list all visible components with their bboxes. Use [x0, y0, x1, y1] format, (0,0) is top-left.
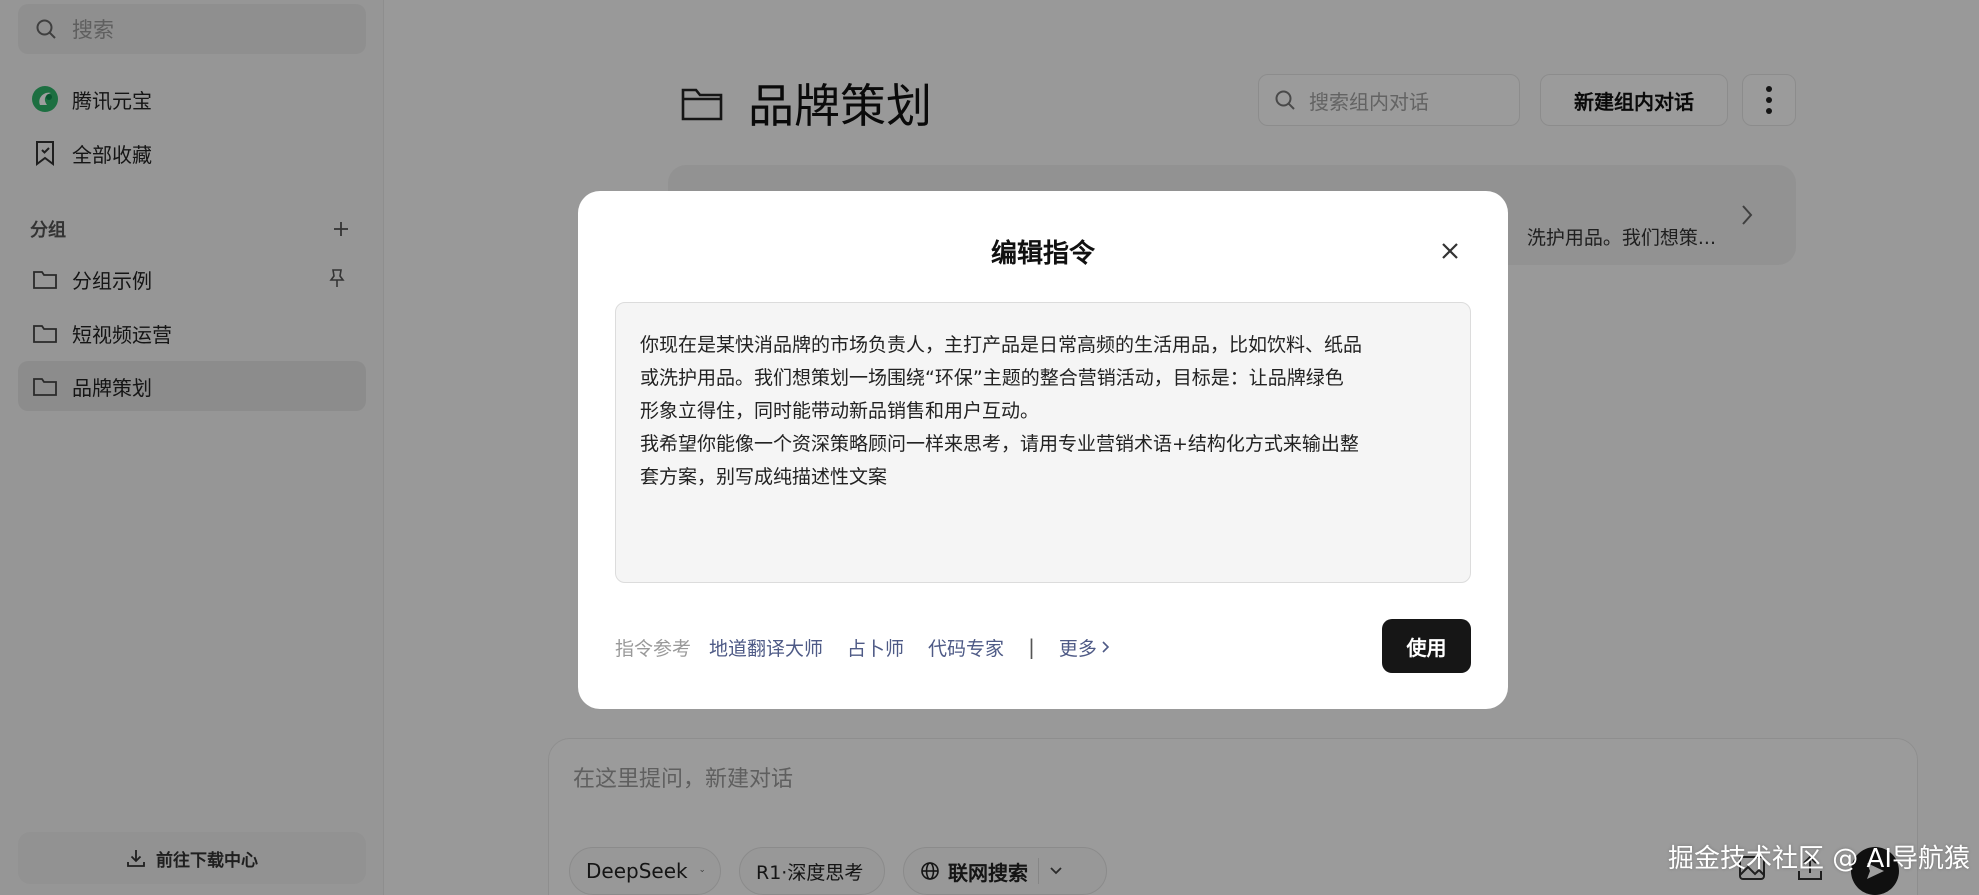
- close-button[interactable]: [1436, 237, 1464, 265]
- ref-link-code-expert[interactable]: 代码专家: [928, 634, 1004, 661]
- more-refs-link[interactable]: 更多: [1059, 634, 1110, 661]
- instruction-line: 形象立得住，同时能带动新品销售和用户互动。: [640, 400, 1040, 422]
- modal-title: 编辑指令: [990, 239, 1095, 269]
- instruction-line: 套方案，别写成纯描述性文案: [640, 466, 888, 488]
- ref-link-translator[interactable]: 地道翻译大师: [709, 634, 823, 661]
- instruction-line: 或洗护用品。我们想策划一场围绕“环保”主题的整合营销活动，目标是：让品牌绿色: [640, 367, 1344, 389]
- chevron-right-icon: [1102, 641, 1109, 653]
- edit-instruction-modal: 编辑指令 你现在是某快消品牌的市场负责人，主打产品是日常高频的生活用品，比如饮料…: [578, 191, 1508, 709]
- instruction-line: 你现在是某快消品牌的市场负责人，主打产品是日常高频的生活用品，比如饮料、纸品: [640, 334, 1363, 356]
- use-button[interactable]: 使用: [1382, 619, 1471, 673]
- instruction-line: 我希望你能像一个资深策略顾问一样来思考，请用专业营销术语+结构化方式来输出整: [640, 433, 1359, 455]
- more-refs-label: 更多: [1058, 637, 1097, 660]
- ref-label: 指令参考: [615, 637, 692, 660]
- instruction-textarea[interactable]: 你现在是某快消品牌的市场负责人，主打产品是日常高频的生活用品，比如饮料、纸品 或…: [615, 302, 1471, 583]
- instruction-references: 指令参考 地道翻译大师 占卜师 代码专家 | 更多: [615, 631, 1110, 663]
- ref-separator: |: [1028, 635, 1035, 659]
- close-icon: [1442, 243, 1458, 259]
- ref-link-fortune-teller[interactable]: 占卜师: [847, 634, 904, 661]
- watermark: 掘金技术社区 @ AI导航猿: [1668, 844, 1970, 874]
